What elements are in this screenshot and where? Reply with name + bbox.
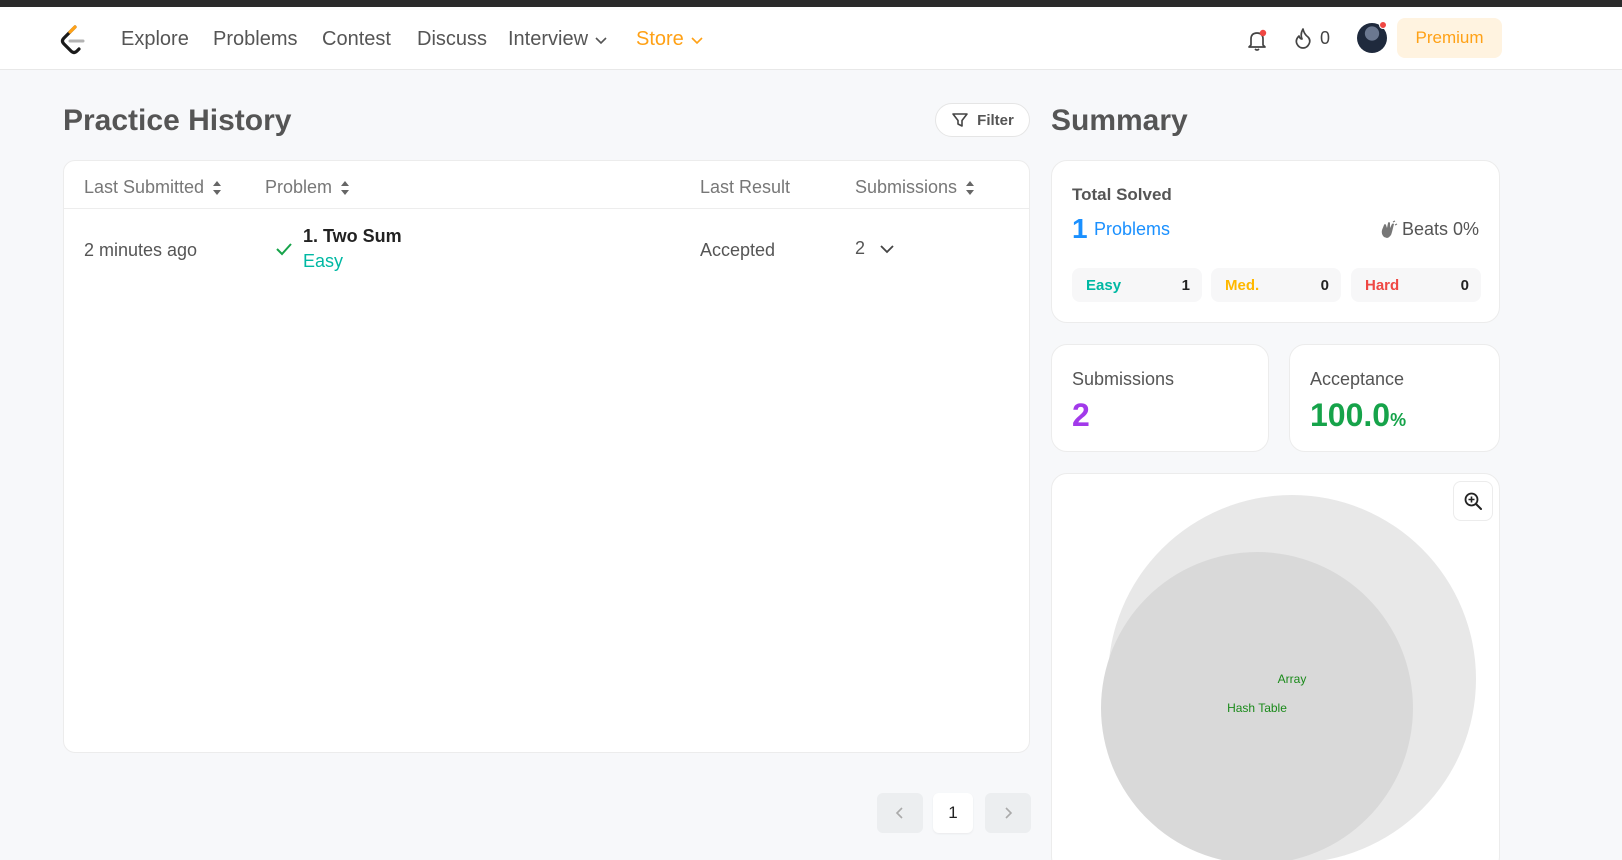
nav-explore[interactable]: Explore [121,28,189,51]
sort-icon [966,180,975,195]
streak-count: 0 [1320,27,1331,48]
chevron-down-icon [880,244,894,253]
beats-text: Beats 0% [1401,219,1479,239]
leetcode-logo-icon[interactable] [58,24,88,56]
history-table: Last Submitted Problem Last Result Submi… [63,160,1030,753]
filter-icon [952,113,968,127]
total-solved-label: Total Solved [1072,185,1172,204]
col-last-submitted[interactable]: Last Submitted [84,177,222,198]
hard-label: Hard [1365,276,1400,294]
summary-title: Summary [1051,104,1188,137]
nav-discuss-label: Discuss [417,28,488,50]
acceptance-card: Acceptance 100.0% [1289,344,1500,452]
beats-info: Beats 0% [1378,219,1479,240]
avatar-notification-dot [1379,21,1387,29]
submissions-label: Submissions [1072,369,1175,389]
acceptance-value-wrap: 100.0% [1310,397,1406,434]
medium-pill: Med. 0 [1211,268,1341,302]
hard-count: 0 [1460,276,1469,294]
nav-contest-label: Contest [322,28,391,50]
nav-contest[interactable]: Contest [322,28,391,51]
chevron-down-icon [595,36,607,44]
col-problem[interactable]: Problem [265,177,350,198]
tag-label-hash-table: Hash Table [1227,701,1287,715]
total-solved-card: Total Solved 1 Problems Beats 0% Easy 1 … [1051,160,1500,323]
browser-top-strip [0,0,1622,7]
next-page-button[interactable] [985,793,1031,833]
page-number-button[interactable]: 1 [933,793,973,833]
filter-button[interactable]: Filter [935,103,1030,137]
chevron-left-icon [895,807,903,819]
col-last-result-label: Last Result [700,177,791,197]
table-header-divider [64,208,1029,209]
hard-pill: Hard 0 [1351,268,1481,302]
nav-problems[interactable]: Problems [213,28,297,51]
nav-interview[interactable]: Interview [508,28,608,51]
premium-button[interactable]: Premium [1397,18,1502,58]
tag-label-array: Array [1278,672,1307,686]
total-solved-count: 1 [1072,213,1088,244]
easy-pill: Easy 1 [1072,268,1202,302]
accepted-check-icon [276,243,292,256]
sort-icon [341,180,350,195]
acceptance-value: 100.0 [1310,397,1391,433]
col-submissions-label: Submissions [855,177,958,197]
easy-label: Easy [1086,276,1122,294]
premium-label: Premium [1415,28,1484,47]
streak-counter[interactable]: 0 [1294,27,1330,49]
nav-store-label: Store [636,28,684,50]
acceptance-unit: % [1390,410,1407,430]
easy-count: 1 [1181,276,1190,294]
row-problem-difficulty: Easy [303,251,344,271]
nav-discuss[interactable]: Discuss [417,28,487,51]
chevron-right-icon [1005,807,1013,819]
nav-explore-label: Explore [121,28,189,50]
row-submissions-count: 2 [855,238,866,258]
top-navbar: Explore Problems Contest Discuss Intervi… [0,7,1622,70]
zoom-in-button[interactable] [1453,481,1493,521]
tags-bubble-chart: Array Hash Table [1101,495,1476,860]
filter-label: Filter [977,111,1014,129]
col-submissions[interactable]: Submissions [855,177,975,198]
clap-hands-icon [1381,219,1398,238]
prev-page-button[interactable] [877,793,923,833]
medium-label: Med. [1225,276,1260,294]
col-last-submitted-label: Last Submitted [84,177,205,197]
submissions-card: Submissions 2 [1051,344,1269,452]
col-problem-label: Problem [265,177,333,197]
flame-icon [1295,28,1311,49]
nav-store[interactable]: Store [636,28,704,51]
nav-problems-label: Problems [213,28,298,50]
col-last-result: Last Result [700,177,790,198]
row-last-submitted: 2 minutes ago [84,240,198,260]
row-problem-title[interactable]: 1. Two Sum [303,226,402,247]
chevron-down-icon [691,36,703,44]
medium-count: 0 [1320,276,1329,294]
sort-icon [213,180,222,195]
practice-history-title: Practice History [63,104,292,137]
acceptance-label: Acceptance [1310,369,1405,389]
total-solved-unit[interactable]: Problems [1094,219,1170,240]
row-submissions-toggle[interactable]: 2 [855,238,895,259]
submissions-value: 2 [1072,397,1090,433]
notification-bell-icon[interactable] [1244,27,1270,53]
zoom-in-icon [1464,492,1482,510]
nav-interview-label: Interview [508,28,589,50]
row-last-result: Accepted [700,240,776,260]
